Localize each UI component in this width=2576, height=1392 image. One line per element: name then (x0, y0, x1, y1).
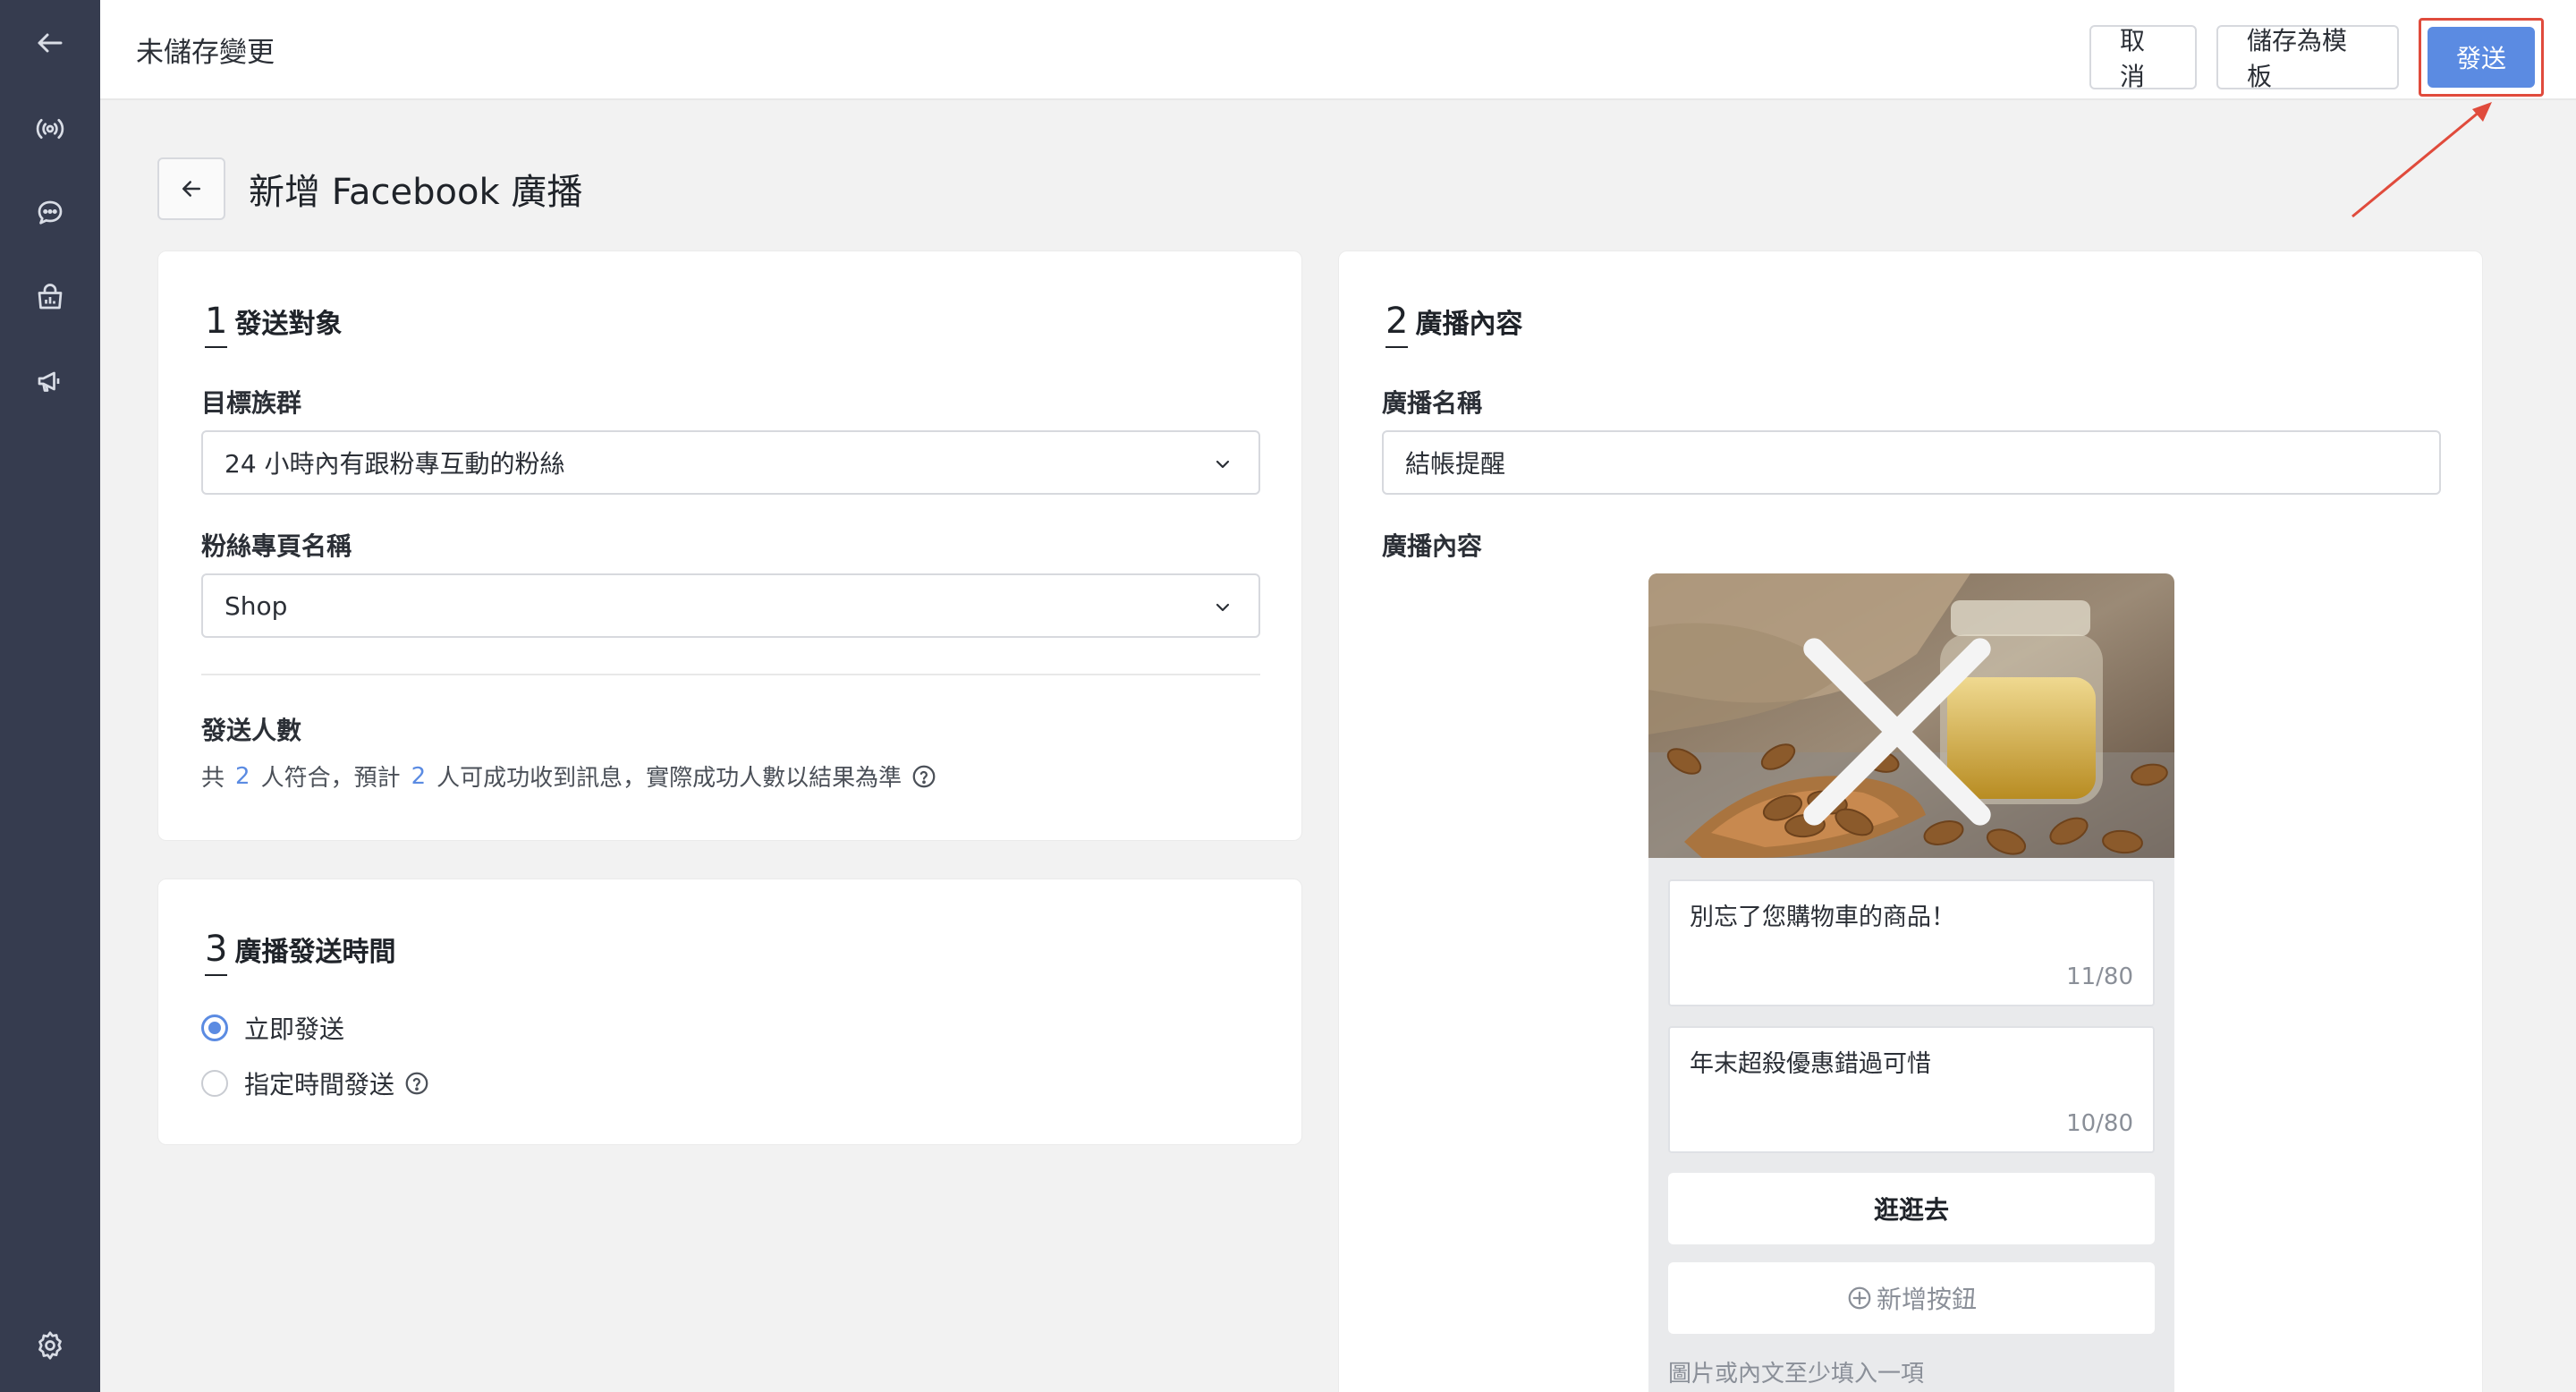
send-now-radio[interactable] (201, 1014, 228, 1041)
browse-button[interactable]: 逛逛去 (1668, 1173, 2155, 1244)
top-bar: 未儲存變更 取消 儲存為模板 發送 (100, 0, 2576, 100)
send-now-label: 立即發送 (244, 1014, 345, 1044)
sidebar-chat-icon[interactable] (21, 184, 79, 242)
content-hint: 圖片或內文至少填入一項 (1668, 1361, 1925, 1388)
scheduled-send-radio[interactable] (201, 1070, 228, 1097)
count-prefix: 共 (201, 765, 225, 792)
app-root: 未儲存變更 取消 儲存為模板 發送 新增 Facebook 廣播 1 發送對象 … (0, 0, 2576, 1392)
audience-select-value: 24 小時內有跟粉專互動的粉絲 (225, 449, 565, 479)
help-question-icon[interactable] (403, 1070, 430, 1097)
message-subtitle-input[interactable]: 年末超殺優惠錯過可惜 10/80 (1668, 1026, 2155, 1153)
expected-count: 2 (411, 762, 427, 790)
add-button-button[interactable]: 新增按鈕 (1668, 1262, 2155, 1334)
audience-label: 目標族群 (201, 388, 302, 418)
count-suffix: 人可成功收到訊息，實際成功人數以結果為準 (436, 765, 902, 792)
sidebar-back-arrow-icon[interactable] (21, 14, 79, 72)
section-title: 廣播發送時間 (234, 937, 396, 968)
fan-page-select[interactable]: Shop (201, 573, 1260, 638)
divider (201, 674, 1260, 675)
matched-count: 2 (235, 762, 250, 790)
back-arrow-icon (182, 181, 200, 197)
send-count-summary: 共 2 人符合，預計 2 人可成功收到訊息，實際成功人數以結果為準 (201, 760, 937, 793)
page-title: 新增 Facebook 廣播 (249, 172, 583, 213)
add-button-label: 新增按鈕 (1876, 1285, 1977, 1314)
message-subtitle-text: 年末超殺優惠錯過可惜 (1690, 1050, 1931, 1078)
broadcast-name-label: 廣播名稱 (1382, 388, 1483, 418)
section-1-header: 1 發送對象 (205, 301, 342, 348)
section-title: 發送對象 (234, 309, 343, 340)
page-back-button[interactable] (157, 157, 225, 220)
sidebar-broadcast-icon[interactable] (21, 100, 79, 157)
fan-page-select-value: Shop (225, 590, 288, 621)
sidebar-settings-gear-icon[interactable] (21, 1317, 79, 1374)
annotation-arrow-icon (2351, 102, 2492, 218)
message-title-char-count: 11/80 (2066, 963, 2133, 990)
step-number: 2 (1385, 303, 1409, 348)
section-2-header: 2 廣播內容 (1385, 301, 1522, 348)
save-as-template-button[interactable]: 儲存為模板 (2216, 25, 2399, 91)
sidebar-shop-analytics-icon[interactable] (21, 268, 79, 326)
cancel-button[interactable]: 取消 (2089, 25, 2197, 91)
content-card: 2 廣播內容 廣播名稱 結帳提醒 廣播內容 別忘了您購物車的商品！ 11/80 … (1338, 250, 2483, 1392)
message-title-input[interactable]: 別忘了您購物車的商品！ 11/80 (1668, 879, 2155, 1006)
broadcast-content-label: 廣播內容 (1382, 531, 1483, 561)
message-subtitle-char-count: 10/80 (2066, 1110, 2133, 1137)
page-header: 新增 Facebook 廣播 (157, 157, 582, 220)
message-preview: 別忘了您購物車的商品！ 11/80 年末超殺優惠錯過可惜 10/80 逛逛去 新… (1648, 573, 2174, 1392)
section-title: 廣播內容 (1415, 309, 1523, 340)
chevron-down-icon (1216, 603, 1230, 612)
recipients-card: 1 發送對象 目標族群 24 小時內有跟粉專互動的粉絲 粉絲專頁名稱 Shop … (157, 250, 1302, 841)
audience-select[interactable]: 24 小時內有跟粉專互動的粉絲 (201, 430, 1260, 495)
unsaved-changes-title: 未儲存變更 (136, 36, 275, 69)
step-number: 1 (205, 303, 228, 348)
count-mid: 人符合，預計 (260, 765, 401, 792)
message-image[interactable] (1648, 573, 2174, 858)
plus-circle-icon (1848, 1286, 1871, 1310)
send-button[interactable]: 發送 (2428, 27, 2535, 88)
chevron-down-icon (1216, 460, 1230, 469)
send-count-label: 發送人數 (201, 716, 302, 745)
scheduled-send-label: 指定時間發送 (244, 1070, 395, 1099)
send-button-highlight: 發送 (2419, 18, 2544, 97)
sidebar (0, 0, 100, 1392)
send-time-card: 3 廣播發送時間 立即發送 指定時間發送 (157, 878, 1302, 1145)
send-now-option[interactable]: 立即發送 (201, 1010, 344, 1046)
topbar-actions: 取消 儲存為模板 發送 (2089, 18, 2544, 97)
section-3-header: 3 廣播發送時間 (205, 929, 395, 976)
sidebar-megaphone-icon[interactable] (21, 352, 79, 410)
step-number: 3 (205, 931, 228, 976)
fan-page-label: 粉絲專頁名稱 (201, 531, 352, 561)
broadcast-name-input[interactable]: 結帳提醒 (1382, 430, 2441, 495)
scheduled-send-option[interactable]: 指定時間發送 (201, 1065, 430, 1101)
help-question-icon[interactable] (911, 763, 937, 790)
message-title-text: 別忘了您購物車的商品！ (1690, 904, 1955, 931)
close-icon[interactable] (1648, 590, 2160, 858)
